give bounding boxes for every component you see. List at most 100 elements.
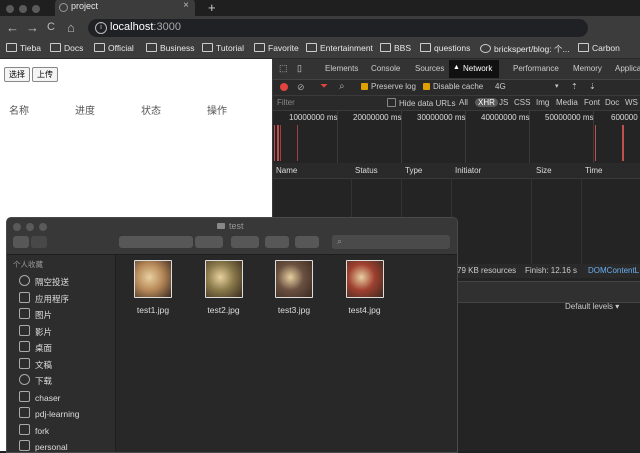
filter-img[interactable]: Img [536, 98, 549, 107]
search-icon[interactable]: ⌕ [339, 81, 345, 92]
sidebar-item-label: 隔空投送 [35, 277, 70, 287]
export-har-icon[interactable]: ⇣ [589, 82, 596, 91]
filter-ws[interactable]: WS [625, 98, 638, 107]
log-levels-dropdown[interactable]: Default levels ▾ [565, 302, 619, 311]
tab-application[interactable]: Applica [615, 64, 640, 73]
disable-cache-checkbox[interactable]: Disable cache [423, 82, 483, 91]
device-toolbar-icon[interactable]: ▯ [297, 63, 302, 74]
column-initiator[interactable]: Initiator [455, 166, 481, 175]
column-time[interactable]: Time [585, 166, 602, 175]
sidebar-item[interactable]: pdj-learning [19, 407, 79, 419]
sidebar-item[interactable]: 桌面 [19, 341, 52, 354]
clear-icon[interactable]: ⊘ [297, 82, 305, 93]
url-port: :3000 [153, 21, 181, 33]
folder-icon [217, 223, 225, 229]
filter-doc[interactable]: Doc [605, 98, 619, 107]
filter-xhr[interactable]: XHR [475, 98, 498, 107]
bookmark-tutorial[interactable]: Tutorial [202, 43, 244, 53]
bookmark-business[interactable]: Business [146, 43, 195, 53]
bookmark-bbs[interactable]: BBS [380, 43, 411, 53]
reload-icon[interactable]: C [47, 21, 55, 33]
column-name[interactable]: Name [276, 166, 297, 175]
sidebar-item[interactable]: 隔空投送 [19, 275, 69, 288]
filter-icon[interactable]: ⏷ [320, 81, 328, 92]
console-drawer-bar [457, 281, 640, 303]
tab-memory[interactable]: Memory [573, 64, 602, 73]
group-button[interactable] [195, 236, 223, 248]
hide-data-urls-checkbox[interactable]: Hide data URLs [387, 98, 455, 108]
bookmark-official[interactable]: Official [94, 43, 134, 53]
finder-window-controls[interactable] [13, 222, 52, 234]
column-type[interactable]: Type [405, 166, 422, 175]
bookmark-favorite[interactable]: Favorite [254, 43, 299, 53]
file-item[interactable]: test4.jpg [335, 260, 395, 315]
tags-button[interactable] [295, 236, 319, 248]
bookmark-brickspert-blog[interactable]: brickspert/blog: 个... [480, 43, 570, 55]
preserve-log-checkbox[interactable]: Preserve log [361, 82, 416, 91]
record-icon[interactable] [280, 83, 288, 91]
tab-console[interactable]: Console [371, 64, 400, 73]
close-window-icon[interactable] [13, 223, 21, 231]
file-item[interactable]: test3.jpg [264, 260, 324, 315]
sidebar-item[interactable]: 影片 [19, 324, 52, 338]
forward-arrow-icon[interactable]: → [26, 20, 39, 35]
address-bar[interactable]: i localhost:3000 [88, 19, 588, 37]
throttling-select[interactable]: 4G [495, 82, 506, 91]
forward-button[interactable] [31, 236, 47, 248]
back-arrow-icon[interactable]: ← [6, 20, 19, 35]
sidebar-item[interactable]: chaser [19, 390, 61, 403]
home-icon[interactable]: ⌂ [67, 20, 75, 35]
close-tab-icon[interactable]: × [183, 0, 189, 11]
column-status[interactable]: Status [355, 166, 378, 175]
close-window-icon[interactable] [6, 5, 14, 13]
back-button[interactable] [13, 236, 29, 248]
window-controls[interactable] [6, 4, 45, 16]
sidebar-item[interactable]: personal [19, 440, 68, 452]
view-mode-selector[interactable] [119, 236, 193, 248]
bookmark-docs[interactable]: Docs [50, 43, 83, 53]
inspect-element-icon[interactable]: ⬚ [279, 63, 288, 74]
file-item[interactable]: test2.jpg [194, 260, 254, 315]
url-host: localhost [110, 21, 154, 33]
bookmark-carbon[interactable]: Carbon [578, 43, 620, 53]
filter-font[interactable]: Font [584, 98, 600, 107]
zoom-window-icon[interactable] [39, 223, 47, 231]
filter-js[interactable]: JS [499, 98, 508, 107]
share-button[interactable] [265, 236, 289, 248]
tab-elements[interactable]: Elements [325, 64, 358, 73]
sidebar-item[interactable]: 下载 [19, 374, 52, 387]
filter-all[interactable]: All [459, 98, 468, 107]
bookmark-questions[interactable]: questions [420, 43, 470, 53]
action-gear-icon[interactable] [231, 236, 259, 248]
filter-media[interactable]: Media [556, 98, 578, 107]
tab-performance[interactable]: Performance [513, 64, 559, 73]
minimize-window-icon[interactable] [26, 223, 34, 231]
zoom-window-icon[interactable] [32, 5, 40, 13]
new-tab-button[interactable]: + [208, 0, 216, 15]
upload-button[interactable]: 上传 [32, 67, 58, 82]
choose-file-button[interactable]: 选择 [4, 67, 30, 82]
file-item[interactable]: test1.jpg [123, 260, 183, 315]
column-size[interactable]: Size [536, 166, 552, 175]
throttle-chevron-icon[interactable]: ▾ [555, 82, 559, 90]
sidebar-item[interactable]: 图片 [19, 308, 52, 321]
filter-css[interactable]: CSS [514, 98, 530, 107]
timeline-label: 40000000 ms [481, 113, 530, 122]
network-overview-timeline[interactable]: 10000000 ms 20000000 ms 30000000 ms 4000… [273, 111, 640, 164]
sidebar-item[interactable]: 文稿 [19, 357, 52, 371]
finder-search-input[interactable]: ⌕ [332, 235, 450, 249]
image-thumbnail [275, 260, 313, 298]
filter-input[interactable]: Filter [277, 98, 295, 107]
bookmark-entertainment[interactable]: Entertainment [306, 43, 373, 53]
folder-icon [306, 43, 317, 52]
minimize-window-icon[interactable] [19, 5, 27, 13]
sidebar-item[interactable]: 应用程序 [19, 291, 69, 305]
browser-tab[interactable]: project × [55, 0, 195, 16]
sidebar-item[interactable]: fork [19, 423, 49, 436]
bookmark-tieba[interactable]: Tieba [6, 43, 41, 53]
tab-network[interactable]: ▲ Network [449, 60, 499, 78]
folder-icon [19, 440, 30, 451]
tab-sources[interactable]: Sources [415, 64, 444, 73]
info-icon[interactable]: i [95, 22, 107, 34]
import-har-icon[interactable]: ⇡ [571, 82, 578, 91]
